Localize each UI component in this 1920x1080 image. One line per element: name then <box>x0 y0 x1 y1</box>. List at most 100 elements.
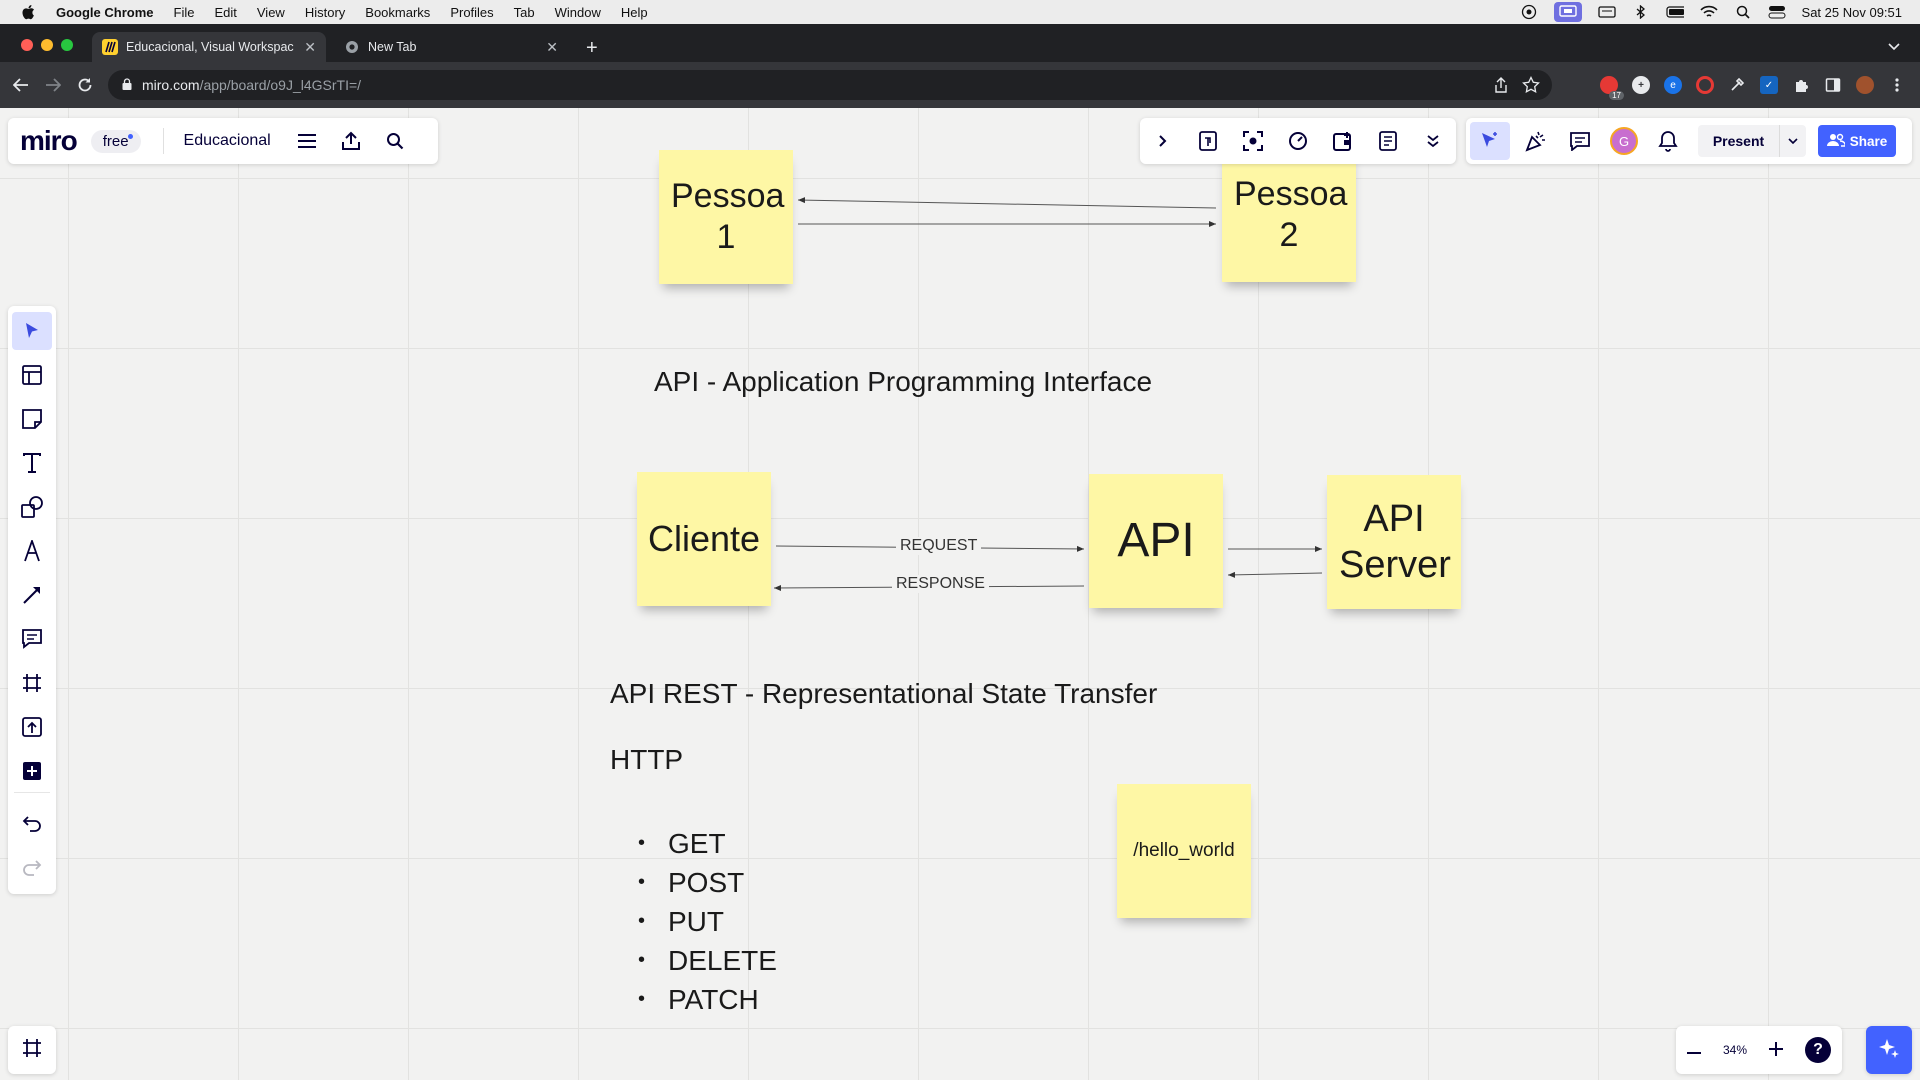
menu-file[interactable]: File <box>174 5 195 20</box>
chevron-right-icon[interactable] <box>1151 129 1175 153</box>
search-icon[interactable] <box>383 129 407 153</box>
miro-logo[interactable]: miro <box>20 125 78 157</box>
extension-check-icon[interactable]: ✓ <box>1760 76 1778 94</box>
control-center-icon[interactable] <box>1768 5 1786 19</box>
more-chevrons-down-icon[interactable] <box>1421 129 1445 153</box>
sticky-note-icon[interactable] <box>20 407 44 431</box>
bookmark-star-icon[interactable] <box>1522 75 1540 97</box>
plan-badge[interactable]: free <box>90 129 141 153</box>
frames-panel-button[interactable] <box>8 1026 56 1074</box>
menu-tab[interactable]: Tab <box>514 5 535 20</box>
lock-icon[interactable] <box>122 77 132 93</box>
battery-icon[interactable] <box>1665 5 1684 19</box>
shapes-icon[interactable] <box>20 495 44 519</box>
menu-profiles[interactable]: Profiles <box>450 5 493 20</box>
pen-tool-icon[interactable] <box>20 539 44 563</box>
user-avatar[interactable]: G <box>1610 127 1638 155</box>
frame-icon[interactable] <box>20 671 44 695</box>
comments-icon[interactable] <box>1568 129 1592 153</box>
extension-blue-icon[interactable]: e <box>1664 76 1682 94</box>
color-picker-icon[interactable] <box>1728 76 1746 94</box>
close-tab-icon[interactable]: ✕ <box>546 39 558 56</box>
menu-history[interactable]: History <box>305 5 345 20</box>
minimize-window-button[interactable] <box>41 39 53 51</box>
forward-arrow-icon[interactable] <box>44 76 62 94</box>
screen-share-icon[interactable] <box>1553 2 1582 22</box>
sticky-note-api-server[interactable]: API Server <box>1327 475 1461 609</box>
undo-icon[interactable] <box>20 812 44 836</box>
comment-icon[interactable] <box>20 627 44 651</box>
menu-edit[interactable]: Edit <box>214 5 236 20</box>
side-panel-icon[interactable] <box>1824 76 1842 94</box>
close-tab-icon[interactable]: ✕ <box>304 39 316 56</box>
tab-new-tab[interactable]: New Tab ✕ <box>334 32 568 62</box>
text-tool-icon[interactable] <box>20 451 44 475</box>
menu-bookmarks[interactable]: Bookmarks <box>365 5 430 20</box>
help-icon[interactable]: ? <box>1804 1037 1831 1063</box>
miro-board-canvas[interactable]: Pessoa 1 Pessoa 2 API - Application Prog… <box>0 108 1920 1080</box>
select-cursor-icon[interactable] <box>20 319 44 343</box>
notes-document-icon[interactable] <box>1376 129 1400 153</box>
display-icon[interactable] <box>1597 5 1616 19</box>
spotlight-search-icon[interactable] <box>1734 5 1752 19</box>
tab-miro-board[interactable]: Educacional, Visual Workspac ✕ <box>92 32 326 62</box>
share-page-icon[interactable] <box>1494 76 1508 97</box>
puzzle-extensions-icon[interactable] <box>1792 76 1810 94</box>
reactions-cursor-icon[interactable] <box>1470 122 1510 160</box>
http-methods-list[interactable]: GET POST PUT DELETE PATCH <box>636 828 777 1023</box>
wifi-icon[interactable] <box>1699 5 1718 19</box>
upload-icon[interactable] <box>20 715 44 739</box>
export-upload-icon[interactable] <box>339 129 363 153</box>
heading-http[interactable]: HTTP <box>610 744 683 776</box>
sticky-note-pessoa-1[interactable]: Pessoa 1 <box>659 150 793 284</box>
profile-avatar-icon[interactable] <box>1856 76 1874 94</box>
back-arrow-icon[interactable] <box>12 76 30 94</box>
tab-search-chevron-icon[interactable] <box>1888 38 1900 56</box>
main-menu-icon[interactable] <box>295 129 319 153</box>
zoom-level[interactable]: 34% <box>1723 1043 1747 1057</box>
notifications-bell-icon[interactable] <box>1656 129 1680 153</box>
redo-icon[interactable] <box>20 856 44 880</box>
connector-pessoa2-to-pessoa1[interactable] <box>797 197 1217 209</box>
sticky-note-api[interactable]: API <box>1089 474 1223 608</box>
menu-help[interactable]: Help <box>621 5 648 20</box>
focus-frame-icon[interactable] <box>1241 129 1265 153</box>
board-name[interactable]: Educacional <box>184 132 271 150</box>
chrome-menu-icon[interactable] <box>1888 76 1906 94</box>
sticky-note-cliente[interactable]: Cliente <box>637 472 771 606</box>
ai-assist-button[interactable] <box>1866 1026 1912 1074</box>
menubar-clock[interactable]: Sat 25 Nov 09:51 <box>1802 5 1902 20</box>
menu-window[interactable]: Window <box>555 5 601 20</box>
close-window-button[interactable] <box>21 39 33 51</box>
zoom-out-icon[interactable] <box>1686 1043 1701 1057</box>
bluetooth-icon[interactable] <box>1632 5 1650 19</box>
heading-api-rest[interactable]: API REST - Representational State Transf… <box>610 678 1157 710</box>
present-button[interactable]: Present <box>1698 125 1806 157</box>
extension-ring-icon[interactable] <box>1696 76 1714 94</box>
connector-server-to-api[interactable] <box>1227 571 1323 578</box>
celebrate-icon[interactable] <box>1524 129 1548 153</box>
templates-icon[interactable] <box>20 363 44 387</box>
address-bar[interactable]: miro.com/app/board/o9J_l4GSrTI=/ <box>108 70 1552 100</box>
card-template-icon[interactable] <box>1196 129 1220 153</box>
reload-icon[interactable] <box>76 76 94 94</box>
apple-icon[interactable] <box>20 4 36 20</box>
share-button[interactable]: Share <box>1818 125 1896 157</box>
response-label[interactable]: RESPONSE <box>892 575 989 593</box>
zoom-in-icon[interactable] <box>1768 1041 1783 1059</box>
menu-app-name[interactable]: Google Chrome <box>56 5 154 20</box>
request-label[interactable]: REQUEST <box>896 537 982 555</box>
present-dropdown-chevron-icon[interactable] <box>1779 125 1806 157</box>
more-apps-plus-icon[interactable] <box>20 759 44 783</box>
sticky-note-pessoa-2[interactable]: Pessoa 2 <box>1222 148 1356 282</box>
focus-icon[interactable] <box>1520 4 1538 20</box>
new-tab-plus-icon[interactable]: + <box>586 38 598 58</box>
menu-view[interactable]: View <box>257 5 285 20</box>
connection-line-icon[interactable] <box>20 583 44 607</box>
extension-add-icon[interactable]: + <box>1632 76 1650 94</box>
sticky-note-hello-world[interactable]: /hello_world <box>1117 784 1251 918</box>
sticky-vote-icon[interactable] <box>1331 129 1355 153</box>
zoom-window-button[interactable] <box>61 39 73 51</box>
extension-red-icon[interactable]: 17 <box>1600 76 1624 100</box>
heading-api[interactable]: API - Application Programming Interface <box>654 366 1152 398</box>
